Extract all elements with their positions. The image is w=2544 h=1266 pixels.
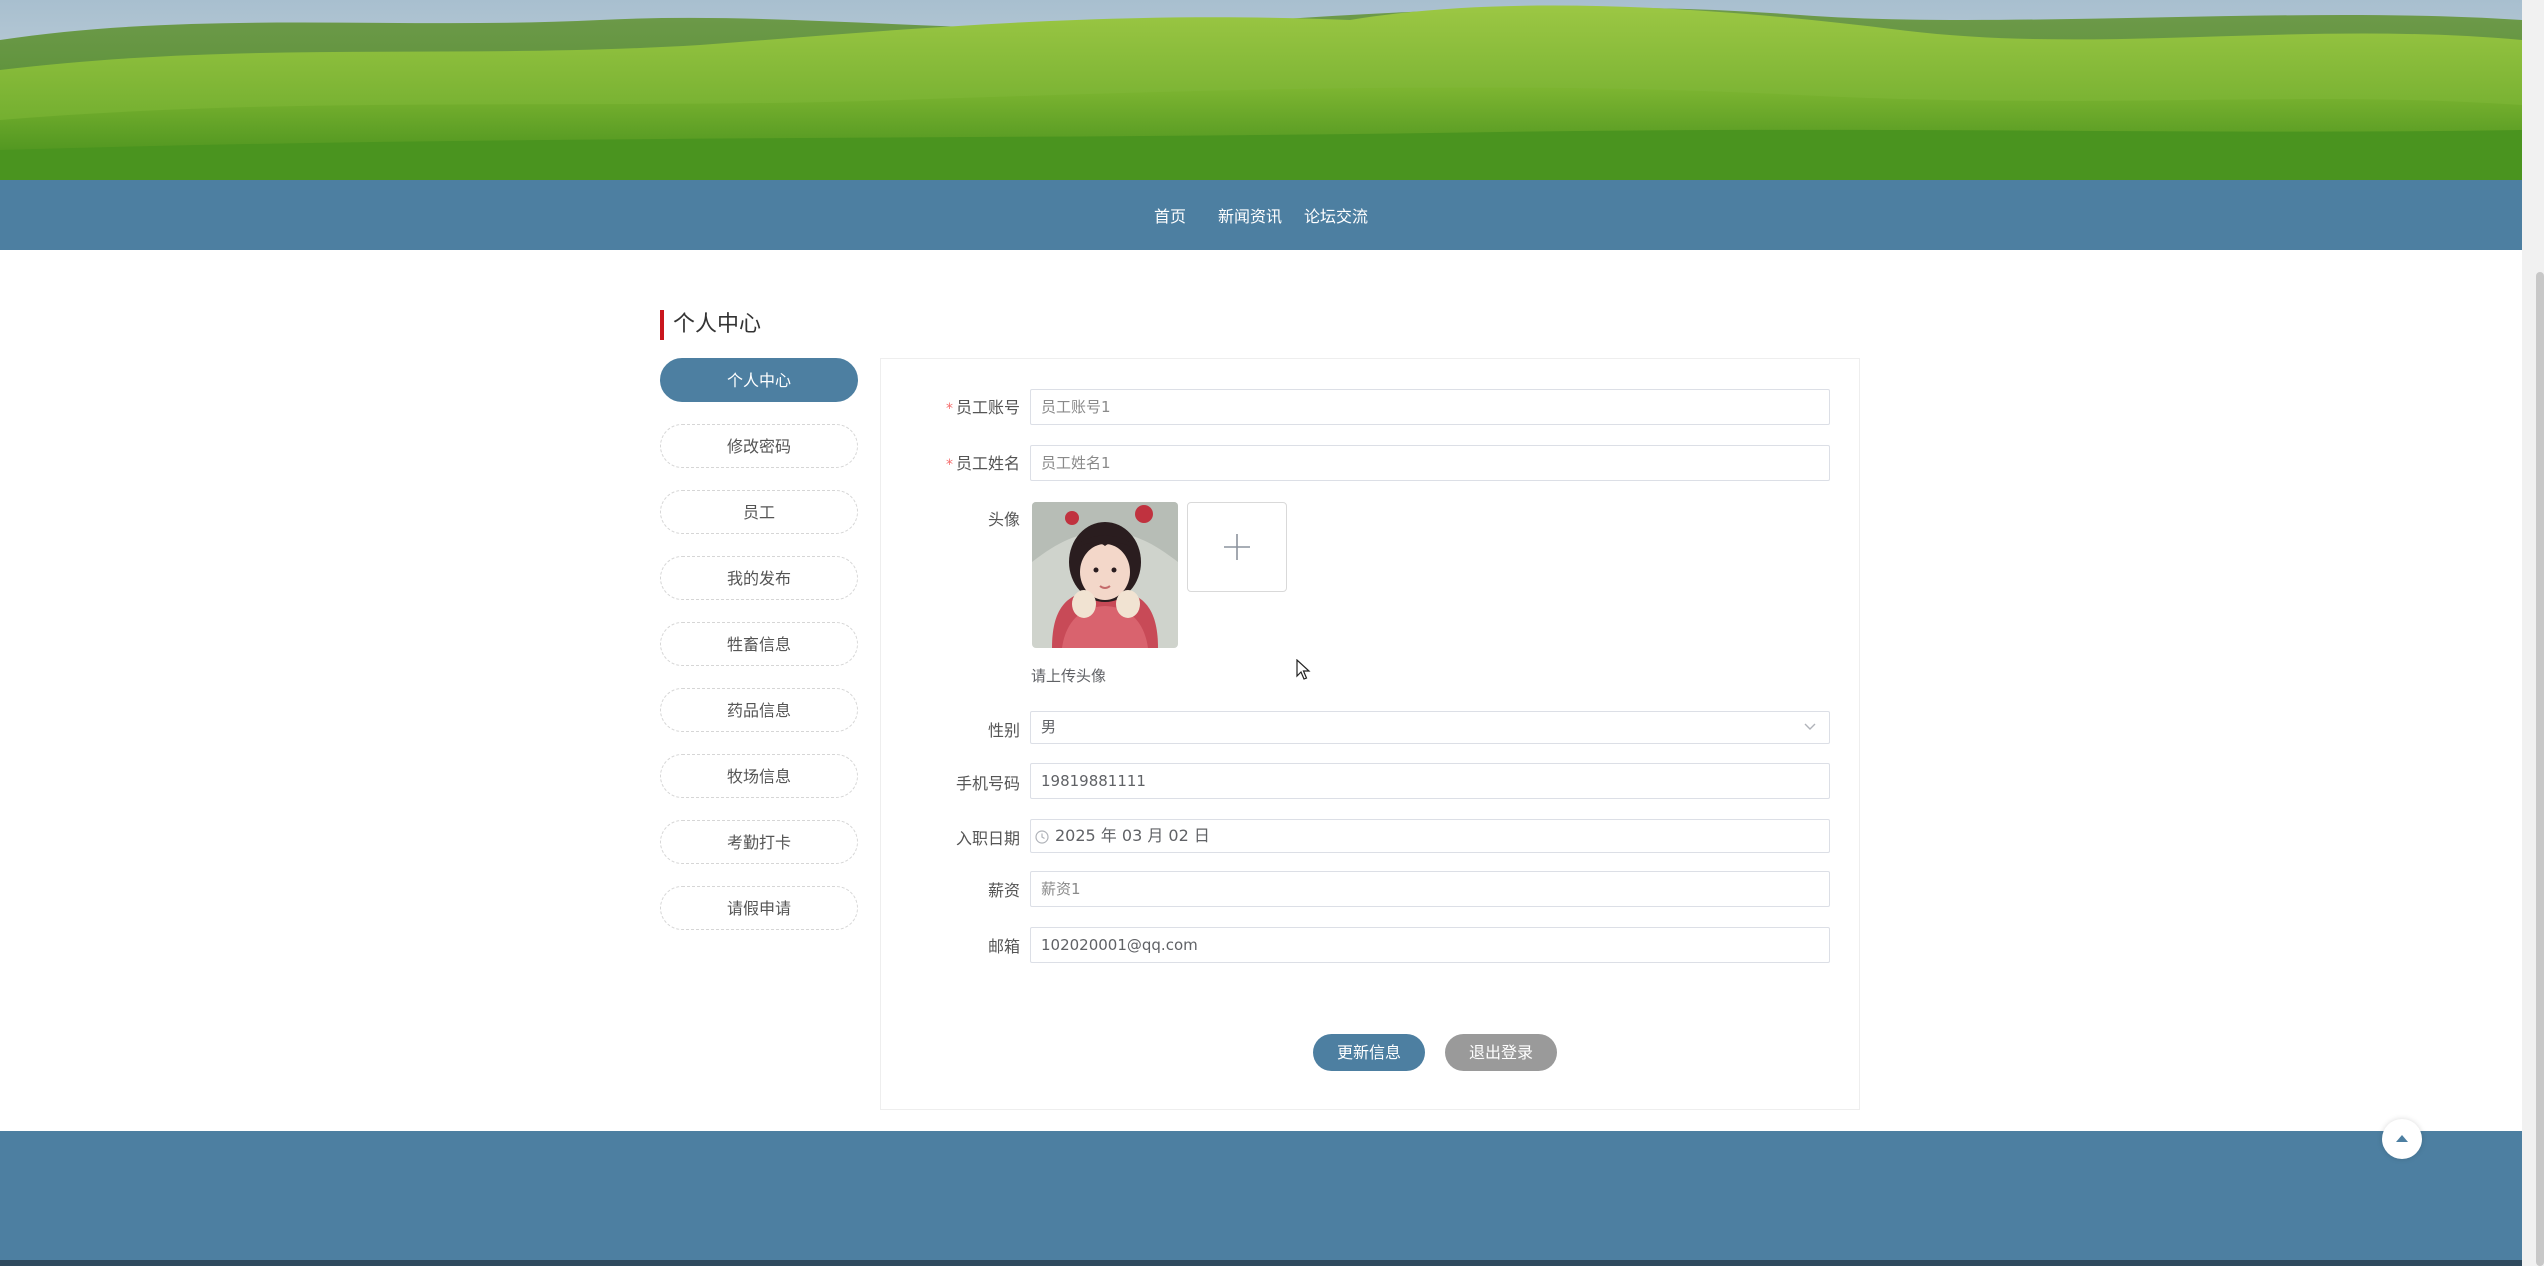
clock-icon [1035, 830, 1049, 844]
back-to-top-button[interactable] [2382, 1119, 2422, 1159]
sidebar-item-pasture[interactable]: 牧场信息 [660, 754, 858, 798]
footer [0, 1131, 2522, 1260]
scrollbar-thumb[interactable] [2536, 272, 2544, 1266]
sidebar-item-attendance[interactable]: 考勤打卡 [660, 820, 858, 864]
salary-input[interactable] [1030, 871, 1830, 907]
hire-date-label: 入职日期 [955, 829, 1020, 848]
mouse-cursor-icon [1296, 659, 1311, 680]
nav-news[interactable]: 新闻资讯 [1207, 203, 1293, 227]
chevron-down-icon [1804, 723, 1816, 730]
sidebar-item-medicine[interactable]: 药品信息 [660, 688, 858, 732]
nav-home[interactable]: 首页 [1143, 203, 1197, 227]
sidebar-item-change-password[interactable]: 修改密码 [660, 424, 858, 468]
page-title: 个人中心 [660, 310, 761, 340]
caret-up-icon [2396, 1135, 2408, 1142]
logout-button[interactable]: 退出登录 [1445, 1034, 1557, 1071]
required-mark: * [945, 401, 953, 417]
landscape-illustration [0, 0, 2522, 180]
phone-input[interactable] [1030, 763, 1830, 799]
name-input[interactable] [1030, 445, 1830, 481]
gender-select-value: 男 [1041, 718, 1057, 736]
avatar-upload-button[interactable] [1187, 502, 1287, 592]
top-navbar: 首页 新闻资讯 论坛交流 [0, 180, 2522, 250]
account-input[interactable] [1030, 389, 1830, 425]
email-label: 邮箱 [987, 937, 1020, 956]
plus-icon [1224, 534, 1250, 560]
sidebar-item-profile[interactable]: 个人中心 [660, 358, 858, 402]
update-info-button[interactable]: 更新信息 [1313, 1034, 1425, 1071]
footer-bottom-bar [0, 1260, 2522, 1266]
avatar-upload-tip: 请上传头像 [1031, 667, 1107, 685]
gender-label: 性别 [987, 721, 1020, 740]
hire-date-picker[interactable]: 2025 年 03 月 02 日 [1030, 819, 1830, 853]
avatar-image[interactable] [1032, 502, 1178, 648]
name-label: * 员工姓名 [945, 454, 1020, 473]
nav-forum[interactable]: 论坛交流 [1293, 203, 1379, 227]
gender-select[interactable]: 男 [1030, 711, 1830, 744]
phone-label: 手机号码 [955, 774, 1020, 793]
email-input[interactable] [1030, 927, 1830, 963]
sidebar-item-leave-request[interactable]: 请假申请 [660, 886, 858, 930]
sidebar-item-my-posts[interactable]: 我的发布 [660, 556, 858, 600]
sidebar-item-staff[interactable]: 员工 [660, 490, 858, 534]
salary-label: 薪资 [987, 881, 1020, 900]
hire-date-value: 2025 年 03 月 02 日 [1055, 826, 1210, 845]
banner-image [0, 0, 2522, 180]
account-label: * 员工账号 [945, 398, 1020, 417]
avatar-label: 头像 [987, 510, 1020, 529]
sidebar-item-livestock[interactable]: 牲畜信息 [660, 622, 858, 666]
required-mark: * [945, 457, 953, 473]
